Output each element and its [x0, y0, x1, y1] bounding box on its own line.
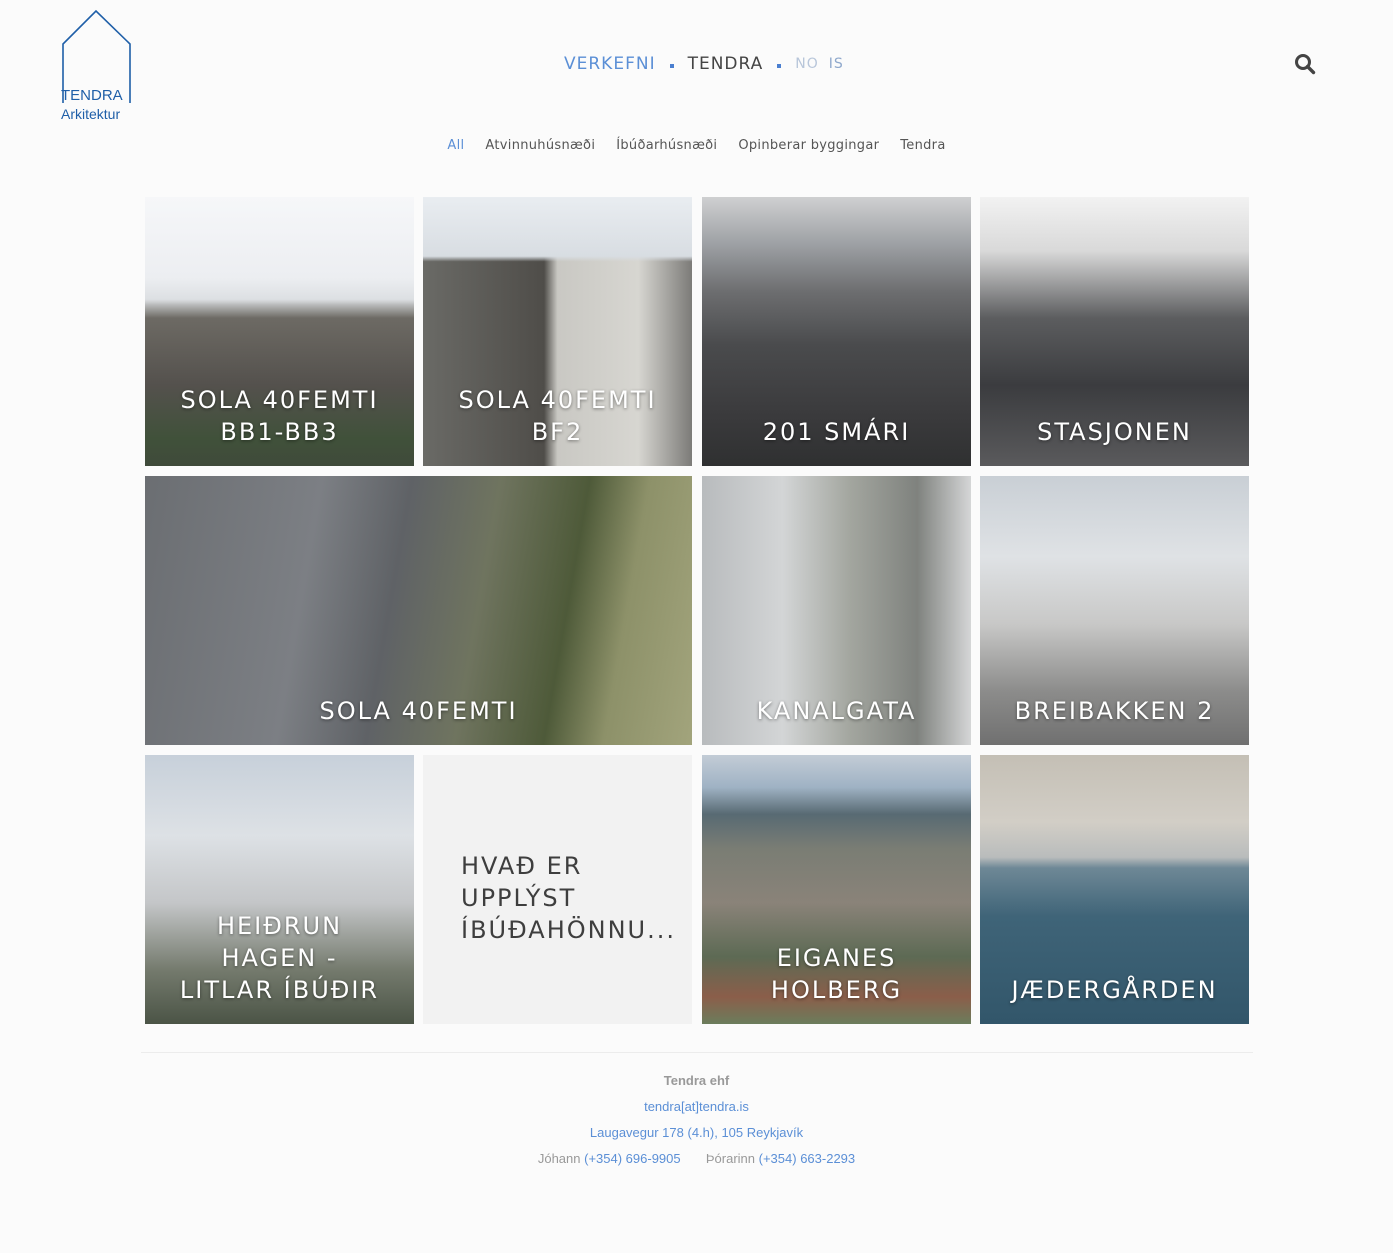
contact-name: Þórarinn: [705, 1151, 756, 1166]
logo-line-1: TENDRA: [61, 87, 123, 104]
footer-address: Laugavegur 178 (4.h), 105 Reykjavík: [0, 1125, 1393, 1140]
filter-atvinnuhusnaedi[interactable]: Atvinnuhúsnæði: [485, 138, 595, 153]
project-tile[interactable]: SOLA 40FEMTI BB1-BB3: [145, 197, 414, 466]
project-title: 201 SMÁRI: [762, 418, 911, 446]
footer-company: Tendra ehf: [663, 1073, 730, 1088]
project-title: HEIÐRUN HAGEN - LITLAR ÍBÚÐIR: [179, 912, 380, 1004]
project-tile[interactable]: JÆDERGÅRDEN: [980, 755, 1249, 1024]
nav-separator: [669, 64, 674, 68]
search-icon: [1295, 54, 1316, 75]
footer-email: tendra[at]tendra.is: [0, 1099, 1393, 1114]
article-title: HVAÐ ER UPPLÝST ÍBÚÐAHÖNNU...: [461, 852, 676, 944]
project-title: SOLA 40FEMTI BB1-BB3: [180, 386, 379, 446]
footer-divider: [141, 1052, 1253, 1053]
project-title: SOLA 40FEMTI: [319, 697, 518, 725]
project-tile[interactable]: KANALGATA: [702, 476, 971, 745]
project-title: SOLA 40FEMTI BF2: [458, 386, 657, 446]
footer-contacts: Jóhann (+354) 696-9905 Þórarinn (+354) 6…: [0, 1151, 1393, 1166]
filter-all[interactable]: All: [447, 138, 464, 153]
tendra-logo[interactable]: TENDRA Arkitektur: [58, 8, 138, 126]
filter-tendra[interactable]: Tendra: [900, 138, 945, 153]
project-tile[interactable]: BREIBAKKEN 2: [980, 476, 1249, 745]
project-title: BREIBAKKEN 2: [1014, 697, 1215, 725]
lang-is[interactable]: IS: [829, 56, 844, 72]
project-title: JÆDERGÅRDEN: [1011, 976, 1218, 1004]
address-link[interactable]: Laugavegur 178 (4.h), 105 Reykjavík: [590, 1125, 803, 1140]
nav-separator: [777, 64, 782, 68]
lang-no[interactable]: NO: [795, 56, 819, 72]
project-tile[interactable]: EIGANES HOLBERG: [702, 755, 971, 1024]
contact-name: Jóhann: [537, 1151, 581, 1166]
search-button[interactable]: [1294, 53, 1316, 75]
project-tile[interactable]: HEIÐRUN HAGEN - LITLAR ÍBÚÐIR: [145, 755, 414, 1024]
main-nav: VERKEFNI TENDRA NO IS: [564, 52, 844, 76]
nav-item-verkefni[interactable]: VERKEFNI: [564, 54, 656, 74]
project-tile[interactable]: SOLA 40FEMTI: [145, 476, 692, 745]
project-tile[interactable]: 201 SMÁRI: [702, 197, 971, 466]
project-title: EIGANES HOLBERG: [770, 944, 903, 1004]
logo-line-2: Arkitektur: [61, 106, 121, 122]
project-title: KANALGATA: [756, 697, 917, 725]
phone-link[interactable]: (+354) 663-2293: [759, 1151, 856, 1166]
category-filter: All Atvinnuhúsnæði Íbúðarhúsnæði Opinber…: [0, 138, 1393, 153]
article-tile[interactable]: HVAÐ ER UPPLÝST ÍBÚÐAHÖNNU...: [423, 755, 692, 1024]
email-link[interactable]: tendra[at]tendra.is: [644, 1099, 749, 1114]
filter-opinberar-byggingar[interactable]: Opinberar byggingar: [738, 138, 879, 153]
nav-item-tendra[interactable]: TENDRA: [688, 54, 764, 74]
phone-link[interactable]: (+354) 696-9905: [584, 1151, 681, 1166]
filter-ibudarhusnaedi[interactable]: Íbúðarhúsnæði: [616, 138, 717, 153]
project-title: STASJONEN: [1037, 418, 1192, 446]
project-tile[interactable]: STASJONEN: [980, 197, 1249, 466]
project-tile[interactable]: SOLA 40FEMTI BF2: [423, 197, 692, 466]
